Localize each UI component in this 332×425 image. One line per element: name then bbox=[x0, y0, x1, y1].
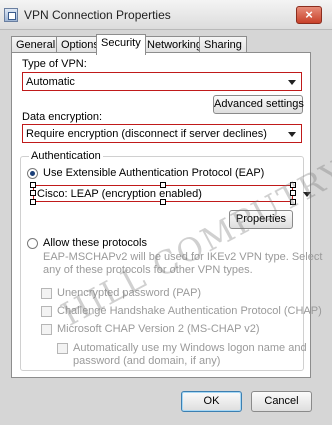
chap-checkbox[interactable] bbox=[41, 306, 52, 317]
chap-label: Challenge Handshake Authentication Proto… bbox=[57, 305, 322, 317]
resize-handle[interactable] bbox=[160, 182, 166, 188]
window-title: VPN Connection Properties bbox=[24, 8, 171, 22]
mschapv2-label: Microsoft CHAP Version 2 (MS-CHAP v2) bbox=[57, 323, 260, 335]
chevron-down-icon[interactable] bbox=[303, 192, 311, 197]
tab-sharing[interactable]: Sharing bbox=[199, 36, 247, 53]
eap-method-value: Cisco: LEAP (encryption enabled) bbox=[37, 188, 202, 200]
vpn-type-select[interactable]: Automatic bbox=[22, 72, 302, 91]
network-icon bbox=[4, 8, 18, 22]
pap-checkbox[interactable] bbox=[41, 288, 52, 299]
ok-button[interactable]: OK bbox=[181, 391, 242, 412]
protocols-note-line2: any of these protocols for other VPN typ… bbox=[43, 264, 253, 276]
resize-handle[interactable] bbox=[30, 190, 36, 196]
tab-general[interactable]: General bbox=[11, 36, 61, 53]
allow-protocols-label: Allow these protocols bbox=[43, 237, 147, 249]
chevron-down-icon bbox=[288, 80, 296, 85]
data-encryption-value: Require encryption (disconnect if server… bbox=[26, 128, 267, 140]
resize-handle[interactable] bbox=[30, 199, 36, 205]
allow-protocols-radio[interactable] bbox=[27, 238, 38, 249]
data-encryption-label: Data encryption: bbox=[22, 111, 103, 123]
data-encryption-select[interactable]: Require encryption (disconnect if server… bbox=[22, 124, 302, 143]
security-panel: Type of VPN: Automatic Advanced settings… bbox=[11, 52, 322, 378]
cancel-button[interactable]: Cancel bbox=[251, 391, 312, 412]
mschapv2-checkbox[interactable] bbox=[41, 324, 52, 335]
authentication-label: Authentication bbox=[29, 150, 103, 162]
resize-handle[interactable] bbox=[160, 199, 166, 205]
advanced-settings-button[interactable]: Advanced settings bbox=[213, 95, 304, 114]
tab-networking[interactable]: Networking bbox=[142, 36, 208, 53]
authentication-group: Authentication Use Extensible Authentica… bbox=[20, 150, 322, 371]
properties-button[interactable]: Properties bbox=[229, 210, 293, 229]
auto-logon-checkbox[interactable] bbox=[57, 343, 68, 354]
resize-handle[interactable] bbox=[290, 199, 296, 205]
tab-security[interactable]: Security bbox=[96, 34, 146, 55]
protocols-note-line1: EAP-MSCHAPv2 will be used for IKEv2 VPN … bbox=[43, 251, 323, 263]
resize-handle[interactable] bbox=[30, 182, 36, 188]
eap-option-label: Use Extensible Authentication Protocol (… bbox=[43, 167, 265, 179]
resize-handle[interactable] bbox=[290, 182, 296, 188]
vpn-type-label: Type of VPN: bbox=[22, 58, 87, 70]
chevron-down-icon bbox=[288, 132, 296, 137]
auto-logon-line1: Automatically use my Windows logon name … bbox=[73, 342, 307, 354]
pap-label: Unencrypted password (PAP) bbox=[57, 287, 202, 299]
title-bar: VPN Connection Properties × bbox=[0, 0, 332, 30]
eap-radio[interactable] bbox=[27, 168, 38, 179]
vpn-type-value: Automatic bbox=[26, 76, 75, 88]
auto-logon-line2: password (and domain, if any) bbox=[73, 355, 221, 367]
close-button[interactable]: × bbox=[296, 6, 322, 24]
resize-handle[interactable] bbox=[290, 190, 296, 196]
